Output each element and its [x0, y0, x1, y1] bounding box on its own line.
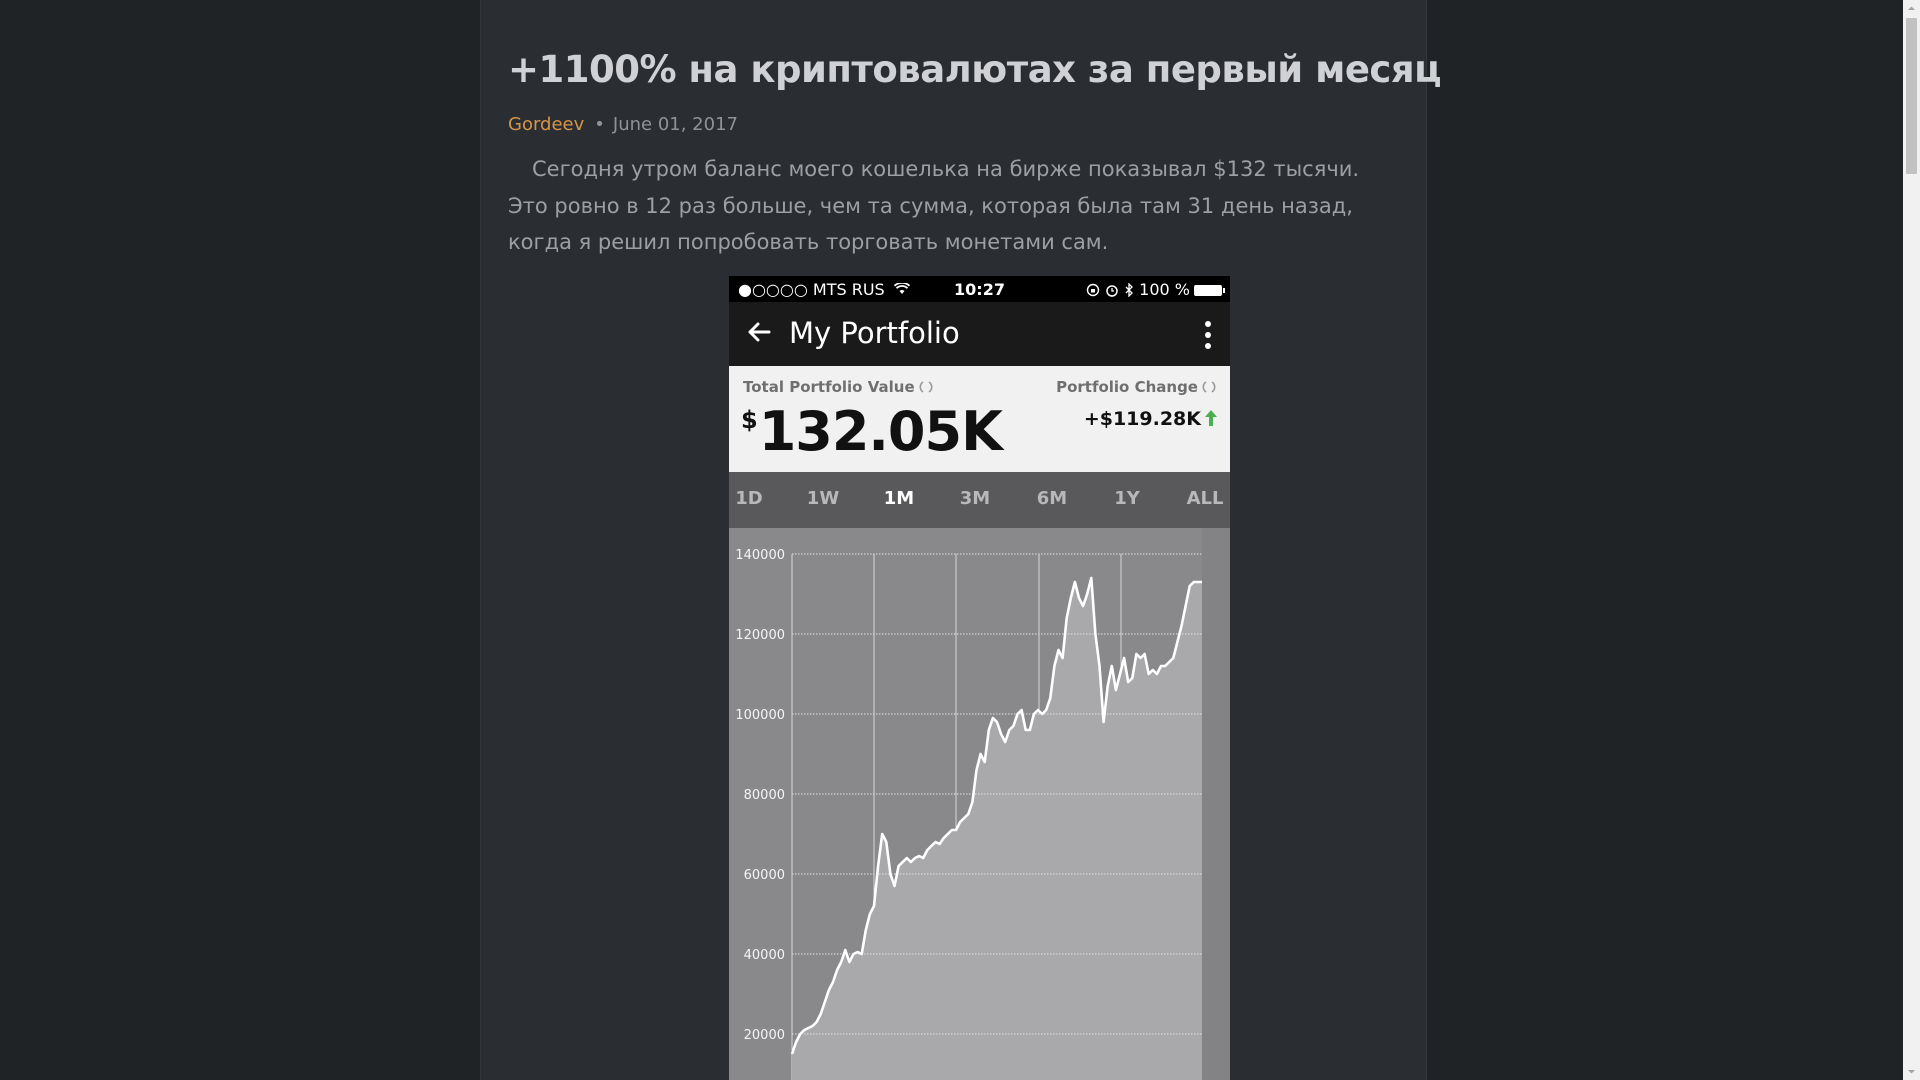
- up-arrow-icon: [1205, 410, 1217, 426]
- app-header: My Portfolio: [729, 302, 1230, 366]
- scrollbar-thumb[interactable]: [1906, 18, 1917, 174]
- phone-status-bar: ●○○○○ MTS RUS 10:27 100 %: [729, 276, 1230, 302]
- time-range-tabs: 1D 1W 1M 3M 6M 1Y ALL: [729, 472, 1230, 528]
- y-tick-label: 140000: [735, 548, 785, 563]
- y-tick-label: 20000: [744, 1028, 785, 1043]
- tab-all[interactable]: ALL: [1180, 488, 1230, 509]
- article-title: +1100% на криптовалютах за первый месяц: [508, 48, 1442, 91]
- refresh-icon[interactable]: [919, 380, 933, 394]
- y-tick-label: 60000: [744, 868, 785, 883]
- article-intro: Сегодня утром баланс моего кошелька на б…: [508, 157, 1360, 254]
- article-date: June 01, 2017: [612, 114, 738, 135]
- portfolio-summary: Total Portfolio Value $132.05K Portfolio…: [729, 366, 1230, 472]
- alarm-icon: [1106, 285, 1118, 297]
- chart-right-margin: [1202, 528, 1230, 1080]
- tab-6m[interactable]: 6M: [1027, 488, 1077, 509]
- y-tick-label: 80000: [744, 788, 785, 803]
- tab-1m[interactable]: 1M: [874, 488, 924, 509]
- rotation-lock-icon: [1086, 283, 1100, 297]
- status-right: 100 %: [1086, 280, 1225, 299]
- tab-1y[interactable]: 1Y: [1102, 488, 1152, 509]
- portfolio-chart: 20000 40000 60000 80000 100000 120000 140000: [729, 528, 1230, 1080]
- portfolio-screenshot: ●○○○○ MTS RUS 10:27 100 % My Portfolio T…: [729, 276, 1230, 1080]
- y-tick-label: 100000: [735, 708, 785, 723]
- meta-separator: •: [594, 114, 605, 135]
- battery-percent: 100 %: [1139, 280, 1190, 299]
- page-scrollbar[interactable]: [1903, 0, 1920, 1080]
- tab-1d[interactable]: 1D: [729, 488, 774, 509]
- total-value-label: Total Portfolio Value: [743, 378, 933, 396]
- total-value: $132.05K: [741, 400, 1003, 463]
- back-arrow-icon[interactable]: [739, 312, 779, 352]
- portfolio-change-label: Portfolio Change: [1056, 378, 1216, 396]
- bluetooth-icon: [1125, 282, 1133, 298]
- y-tick-label: 40000: [744, 948, 785, 963]
- y-tick-label: 120000: [735, 628, 785, 643]
- author-link[interactable]: Gordeev: [508, 114, 584, 135]
- article-page: +1100% на криптовалютах за первый месяц …: [480, 0, 1442, 1080]
- portfolio-change-value: +$119.28K: [1084, 408, 1218, 430]
- article-meta: Gordeev • June 01, 2017: [508, 114, 738, 135]
- tab-3m[interactable]: 3M: [950, 488, 1000, 509]
- currency-symbol: $: [741, 406, 758, 434]
- scroll-down-arrow-icon[interactable]: [1903, 1063, 1920, 1080]
- more-options-icon[interactable]: [1198, 318, 1218, 352]
- scroll-up-arrow-icon[interactable]: [1903, 0, 1920, 17]
- app-title: My Portfolio: [789, 316, 960, 350]
- battery-icon: [1194, 285, 1225, 296]
- refresh-icon[interactable]: [1202, 380, 1216, 394]
- tab-1w[interactable]: 1W: [798, 488, 848, 509]
